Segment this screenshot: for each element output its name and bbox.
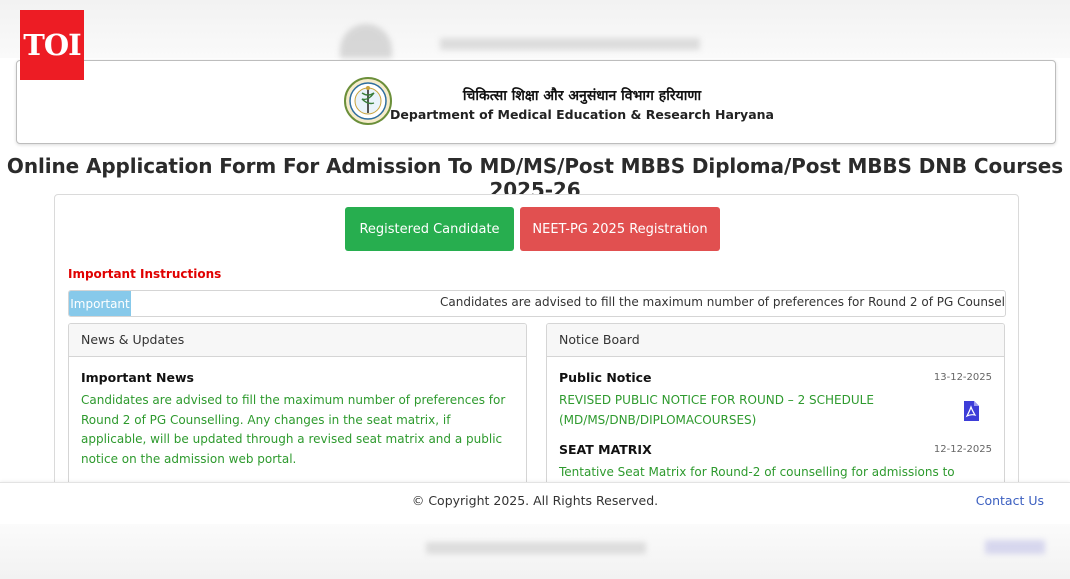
important-instructions-title: Important Instructions <box>68 267 222 281</box>
blurred-background-header <box>0 0 1070 58</box>
main-content-card: Registered Candidate NEET-PG 2025 Regist… <box>54 194 1019 516</box>
important-badge: Important <box>69 291 131 316</box>
notice-item-date: 12-12-2025 <box>933 444 992 455</box>
department-name-english: Department of Medical Education & Resear… <box>390 107 774 122</box>
blurred-emblem <box>340 24 392 58</box>
contact-us-link[interactable]: Contact Us <box>976 493 1044 508</box>
notice-item-title: Public Notice <box>559 370 652 385</box>
instructions-ticker: Important Candidates are advised to fill… <box>68 290 1006 317</box>
notice-item-title: SEAT MATRIX <box>559 442 652 457</box>
registered-candidate-button[interactable]: Registered Candidate <box>345 207 514 251</box>
news-item-body: Candidates are advised to fill the maxim… <box>81 393 506 466</box>
notice-board-heading: Notice Board <box>547 324 1004 357</box>
ticker-text: Candidates are advised to fill the maxim… <box>440 295 1006 309</box>
toi-logo: TOI <box>20 10 84 80</box>
department-emblem-icon <box>344 77 392 125</box>
copyright-text: © Copyright 2025. All Rights Reserved. <box>411 493 659 508</box>
notice-item-link[interactable]: REVISED PUBLIC NOTICE FOR ROUND – 2 SCHE… <box>559 391 939 430</box>
site-header: चिकित्सा शिक्षा और अनुसंधान विभाग हरियाण… <box>16 60 1056 144</box>
news-updates-heading: News & Updates <box>69 324 526 357</box>
blurred-link <box>985 540 1045 554</box>
blurred-text <box>426 542 646 554</box>
notice-item-date: 13-12-2025 <box>933 372 992 383</box>
department-name-hindi: चिकित्सा शिक्षा और अनुसंधान विभाग हरियाण… <box>462 88 702 104</box>
blurred-background-footer <box>0 524 1070 579</box>
notice-item-link[interactable]: Tentative Seat Matrix for Round-2 of cou… <box>559 463 989 483</box>
page-footer: © Copyright 2025. All Rights Reserved. C… <box>0 482 1070 525</box>
news-item-title: Important News <box>81 370 194 385</box>
neet-pg-registration-button[interactable]: NEET-PG 2025 Registration <box>520 207 720 251</box>
blurred-text <box>440 38 700 50</box>
pdf-icon[interactable] <box>963 401 979 421</box>
